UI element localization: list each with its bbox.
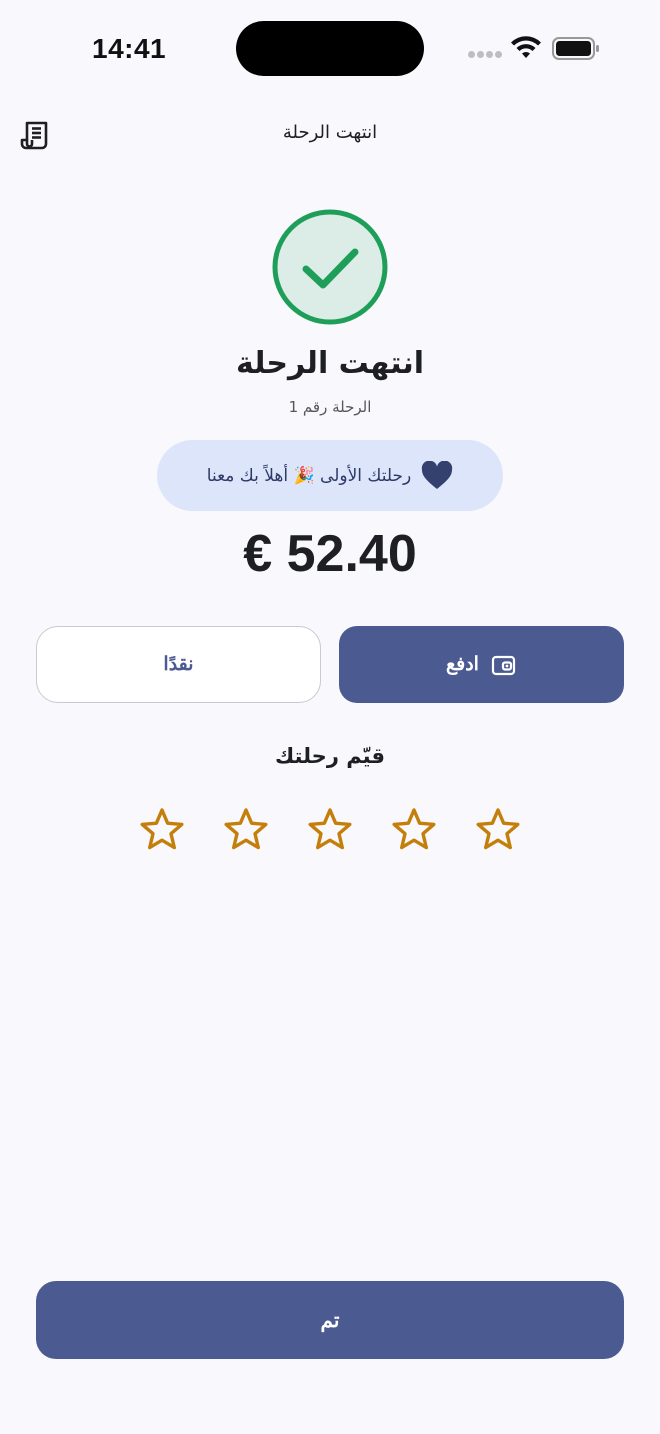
dynamic-island xyxy=(236,21,424,76)
battery-icon xyxy=(552,37,599,60)
fare-amount: € 52.40 xyxy=(243,525,417,583)
header-title: انتهت الرحلة xyxy=(282,122,378,143)
top-bar: انتهت الرحلة xyxy=(0,112,660,156)
pay-button[interactable]: ادفع xyxy=(339,626,624,703)
badge-text: رحلتك الأولى 🎉 أهلاً بك معنا xyxy=(206,465,412,486)
cellular-signal-icon xyxy=(468,51,502,59)
trip-ended-title: انتهت الرحلة xyxy=(235,346,425,381)
star-icon[interactable] xyxy=(306,806,354,854)
star-icon[interactable] xyxy=(138,806,186,854)
done-button-label: تم xyxy=(320,1309,340,1332)
cash-button-label: نقدًا xyxy=(163,654,194,675)
star-icon[interactable] xyxy=(390,806,438,854)
first-trip-badge: رحلتك الأولى 🎉 أهلاً بك معنا xyxy=(157,440,503,511)
heart-icon xyxy=(422,460,453,489)
wifi-icon xyxy=(511,36,541,58)
star-icon[interactable] xyxy=(474,806,522,854)
check-circle-icon xyxy=(272,209,388,325)
star-icon[interactable] xyxy=(222,806,270,854)
cash-button[interactable]: نقدًا xyxy=(36,626,321,703)
wallet-icon xyxy=(491,655,516,675)
done-button[interactable]: تم xyxy=(36,1281,624,1359)
pay-button-label: ادفع xyxy=(446,654,479,675)
status-bar: 14:41 xyxy=(0,0,660,100)
trip-number: الرحلة رقم 1 xyxy=(288,398,372,416)
star-rating xyxy=(120,806,540,858)
rate-trip-title: قيّم رحلتك xyxy=(274,744,386,768)
status-time: 14:41 xyxy=(92,33,167,64)
